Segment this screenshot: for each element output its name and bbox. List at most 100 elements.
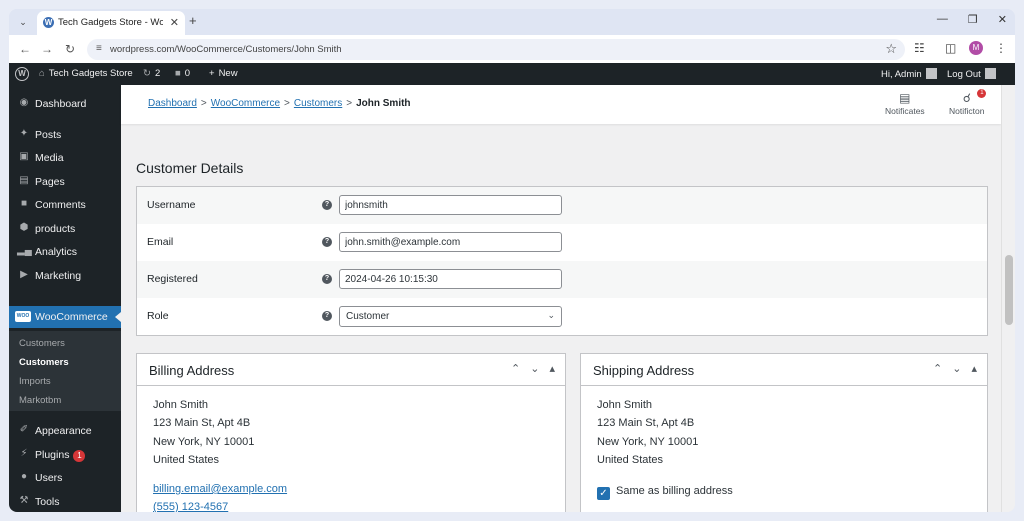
move-down-icon[interactable]: ⌄ xyxy=(952,362,961,375)
submenu-item-imports[interactable]: Imports xyxy=(19,376,51,387)
sidebar-item-analytics[interactable]: ▂▄ Analytics xyxy=(9,241,121,263)
close-window-icon[interactable]: ✕ xyxy=(998,13,1007,26)
wrench-icon: ⚒ xyxy=(19,495,29,506)
sidebar-item-label: Users xyxy=(35,472,63,484)
sidebar-item-label: Pages xyxy=(35,176,65,188)
reload-icon[interactable]: ↻ xyxy=(65,42,75,56)
sidebar-item-appearance[interactable]: ✐ Appearance xyxy=(9,420,121,442)
registered-label: Registered xyxy=(147,273,198,285)
page-title: Customer Details xyxy=(136,160,244,176)
box-icon: ⬢ xyxy=(19,222,29,233)
same-as-billing-option[interactable]: ✓ Same as billing address xyxy=(597,485,733,500)
form-row-email: Email ? xyxy=(137,224,987,261)
minimize-icon[interactable]: — xyxy=(937,13,948,26)
sidebar-item-plugins[interactable]: ⚡ Plugins 1 xyxy=(9,444,121,466)
new-tab-icon[interactable]: + xyxy=(189,14,197,27)
sidebar-item-tools[interactable]: ⚒ Tools xyxy=(9,491,121,512)
side-panel-icon[interactable]: ◫ xyxy=(945,41,956,55)
sidebar-item-posts[interactable]: ✦ Posts xyxy=(9,124,121,146)
forward-icon[interactable]: → xyxy=(41,42,53,56)
role-select[interactable]: Customer ⌄ xyxy=(339,306,562,327)
notificates-button[interactable]: ▤ Notificates xyxy=(885,90,925,116)
media-icon: ▣ xyxy=(19,151,29,162)
back-icon[interactable]: ← xyxy=(19,42,31,56)
billing-street: 123 Main St, Apt 4B xyxy=(153,417,251,429)
url-text: wordpress.com/WooCommerce/Customers/John… xyxy=(110,44,342,55)
shipping-name: John Smith xyxy=(597,399,653,411)
tab-strip: ⌄ W Tech Gadgets Store - WordPress ✕ + —… xyxy=(9,9,1015,35)
page-scrollbar[interactable] xyxy=(1001,85,1015,512)
move-up-icon[interactable]: ⌃ xyxy=(933,362,942,375)
move-down-icon[interactable]: ⌄ xyxy=(530,362,539,375)
browser-menu-icon[interactable]: ⋮ xyxy=(995,41,1007,55)
admin-bar-logout[interactable]: Log Out xyxy=(947,68,996,80)
admin-bar-updates[interactable]: ↻ 2 xyxy=(143,68,160,79)
username-input[interactable] xyxy=(339,195,562,215)
notificton-label: Notificton xyxy=(949,106,985,116)
help-icon[interactable]: ? xyxy=(322,237,332,247)
tab-search-dropdown-icon[interactable]: ⌄ xyxy=(14,14,32,30)
browser-tab[interactable]: W Tech Gadgets Store - WordPress ✕ xyxy=(37,11,185,35)
admin-bar-comments[interactable]: ■ 0 xyxy=(175,68,190,79)
submenu-item-customers-current[interactable]: Customers xyxy=(19,357,69,368)
collapse-toggle-icon[interactable]: ▴ xyxy=(549,362,555,375)
sidebar-item-users[interactable]: ● Users xyxy=(9,467,121,489)
plugins-update-badge: 1 xyxy=(73,450,86,462)
notifications-button[interactable]: ☌ 1 Notificton xyxy=(949,89,987,116)
breadcrumb-customers[interactable]: Customers xyxy=(294,98,342,109)
same-as-billing-checkbox[interactable]: ✓ xyxy=(597,487,610,500)
form-row-role: Role ? Customer ⌄ xyxy=(137,298,987,335)
help-icon[interactable]: ? xyxy=(322,311,332,321)
browser-window: ⌄ W Tech Gadgets Store - WordPress ✕ + —… xyxy=(9,9,1015,512)
scrollbar-thumb[interactable] xyxy=(1005,255,1013,325)
user-icon: ● xyxy=(20,471,28,482)
sidebar-item-products[interactable]: ⬢ products xyxy=(9,218,121,240)
submenu-item-customers[interactable]: Customers xyxy=(19,338,65,349)
role-selected-value: Customer xyxy=(346,311,390,322)
billing-city: New York, NY 10001 xyxy=(153,436,255,448)
logout-avatar xyxy=(984,68,996,79)
breadcrumb-woocommerce[interactable]: WooCommerce xyxy=(211,98,280,109)
sidebar-item-comments[interactable]: ■ Comments xyxy=(9,194,121,216)
profile-avatar[interactable]: M xyxy=(969,41,983,55)
greeting-text: Hi, Admin xyxy=(881,69,922,80)
email-input[interactable] xyxy=(339,232,562,252)
sidebar-item-media[interactable]: ▣ Media xyxy=(9,147,121,169)
collapse-toggle-icon[interactable]: ▴ xyxy=(971,362,977,375)
site-info-icon[interactable]: ≡ xyxy=(96,43,102,54)
billing-email-link[interactable]: billing.email@example.com xyxy=(153,483,287,495)
comment-icon: ■ xyxy=(20,198,28,209)
admin-bar-new[interactable]: + New xyxy=(209,68,238,79)
registered-input[interactable] xyxy=(339,269,562,289)
bookmark-star-icon[interactable]: ☆ xyxy=(885,41,897,57)
help-icon[interactable]: ? xyxy=(322,274,332,284)
sidebar-item-pages[interactable]: ▤ Pages xyxy=(9,171,121,193)
sidebar-item-marketing[interactable]: ▶ Marketing xyxy=(9,265,121,287)
admin-bar-site[interactable]: ⌂ Tech Gadgets Store xyxy=(39,68,133,79)
shipping-box-controls: ⌃ ⌄ ▴ xyxy=(933,362,977,375)
submenu-item-marketing[interactable]: Markotbm xyxy=(19,395,61,406)
admin-bar-account[interactable]: Hi, Admin xyxy=(881,68,937,80)
form-row-username: Username ? xyxy=(137,187,987,224)
address-bar[interactable]: ≡ wordpress.com/WooCommerce/Customers/Jo… xyxy=(87,39,905,60)
help-icon[interactable]: ? xyxy=(322,200,332,210)
brush-icon: ✐ xyxy=(19,424,29,435)
breadcrumb-separator: > xyxy=(200,98,207,109)
sidebar-item-woocommerce[interactable]: WOO WooCommerce xyxy=(9,306,121,328)
sidebar-item-dashboard[interactable]: ◉ Dashboard xyxy=(9,93,121,115)
extensions-icon[interactable]: ☷ xyxy=(914,41,925,55)
sidebar-item-label: Dashboard xyxy=(35,98,87,110)
new-label: New xyxy=(218,68,238,79)
comment-bubble-icon: ■ xyxy=(175,68,181,79)
form-row-registered: Registered ? xyxy=(137,261,987,298)
close-tab-icon[interactable]: ✕ xyxy=(170,16,179,29)
window-controls: — ❐ ✕ xyxy=(937,13,1007,26)
wp-admin-bar: W ⌂ Tech Gadgets Store ↻ 2 ■ 0 + New Hi, Adm… xyxy=(9,63,1015,85)
move-up-icon[interactable]: ⌃ xyxy=(511,362,520,375)
restore-icon[interactable]: ❐ xyxy=(968,13,978,26)
shipping-title: Shipping Address xyxy=(593,363,695,378)
wordpress-logo-icon[interactable]: W xyxy=(15,67,29,81)
admin-avatar xyxy=(925,68,937,79)
billing-phone-link[interactable]: (555) 123-4567 xyxy=(153,501,228,512)
breadcrumb-dashboard[interactable]: Dashboard xyxy=(148,98,197,109)
